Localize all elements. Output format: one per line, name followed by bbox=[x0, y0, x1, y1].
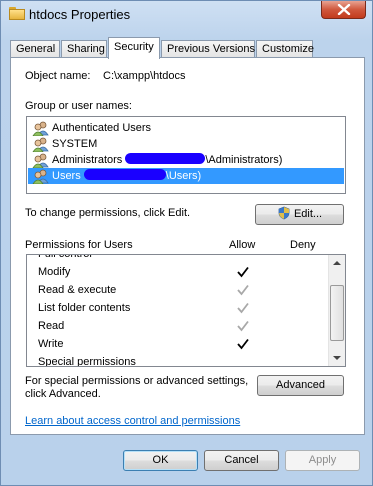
user-list[interactable]: Authenticated Users SYSTEM Administrator… bbox=[26, 116, 346, 194]
redaction-mark bbox=[125, 153, 206, 164]
user-item-authenticated-users[interactable]: Authenticated Users bbox=[28, 120, 344, 136]
uac-shield-icon bbox=[278, 206, 290, 220]
redaction-mark bbox=[83, 169, 166, 180]
permission-row: Read & execute bbox=[27, 281, 329, 299]
tab-security[interactable]: Security bbox=[108, 37, 160, 59]
tab-general[interactable]: General bbox=[10, 40, 60, 58]
object-name-label: Object name: bbox=[25, 70, 91, 82]
permission-row: Special permissions bbox=[38, 356, 136, 367]
security-panel: Object name: C:\xampp\htdocs Group or us… bbox=[10, 57, 365, 435]
tab-customize[interactable]: Customize bbox=[256, 40, 314, 58]
permission-row: Modify bbox=[27, 263, 329, 281]
scroll-down-icon[interactable] bbox=[329, 349, 345, 366]
close-icon bbox=[337, 4, 351, 15]
user-group-icon bbox=[32, 121, 49, 136]
folder-icon bbox=[9, 7, 25, 21]
checkmark-icon bbox=[237, 266, 249, 278]
allow-header: Allow bbox=[229, 239, 256, 251]
advanced-text-2: click Advanced. bbox=[25, 388, 101, 400]
user-group-icon bbox=[32, 153, 49, 168]
permission-row: List folder contents bbox=[27, 299, 329, 317]
title-bar[interactable]: htdocs Properties bbox=[1, 1, 372, 29]
advanced-button[interactable]: Advanced bbox=[257, 375, 344, 396]
window-title: htdocs Properties bbox=[29, 7, 131, 22]
user-group-icon bbox=[32, 169, 49, 184]
user-item-system[interactable]: SYSTEM bbox=[28, 136, 344, 152]
cancel-button[interactable]: Cancel bbox=[204, 450, 279, 471]
permissions-scrollbar[interactable] bbox=[328, 255, 345, 366]
edit-button[interactable]: Edit... bbox=[255, 204, 344, 225]
permission-row: Write bbox=[27, 335, 329, 353]
checkmark-icon bbox=[237, 338, 249, 350]
close-button[interactable] bbox=[321, 1, 366, 19]
checkmark-icon bbox=[237, 284, 249, 296]
permission-row: Full control bbox=[38, 254, 92, 260]
permissions-list[interactable]: Full control Modify Read & execute List … bbox=[26, 254, 346, 367]
scroll-up-icon[interactable] bbox=[329, 255, 345, 272]
checkmark-icon bbox=[237, 320, 249, 332]
group-label: Group or user names: bbox=[25, 100, 132, 112]
checkmark-icon bbox=[237, 302, 249, 314]
scroll-thumb[interactable] bbox=[330, 285, 344, 341]
advanced-text-1: For special permissions or advanced sett… bbox=[25, 375, 249, 387]
permission-row: Read bbox=[27, 317, 329, 335]
object-name-value: C:\xampp\htdocs bbox=[103, 70, 186, 82]
user-group-icon bbox=[32, 137, 49, 152]
change-permissions-text: To change permissions, click Edit. bbox=[25, 207, 191, 219]
properties-window: htdocs Properties General Sharing Securi… bbox=[0, 0, 373, 486]
user-item-administrators[interactable]: Administrators \Administrators) bbox=[28, 152, 344, 168]
permissions-for-label: Permissions for Users bbox=[25, 239, 133, 251]
user-item-users[interactable]: Users \Users) bbox=[28, 168, 344, 184]
deny-header: Deny bbox=[290, 239, 316, 251]
apply-button[interactable]: Apply bbox=[285, 450, 360, 471]
learn-link[interactable]: Learn about access control and permissio… bbox=[25, 415, 240, 427]
ok-button[interactable]: OK bbox=[123, 450, 198, 471]
tab-sharing[interactable]: Sharing bbox=[61, 40, 107, 58]
tab-previous-versions[interactable]: Previous Versions bbox=[161, 40, 255, 58]
